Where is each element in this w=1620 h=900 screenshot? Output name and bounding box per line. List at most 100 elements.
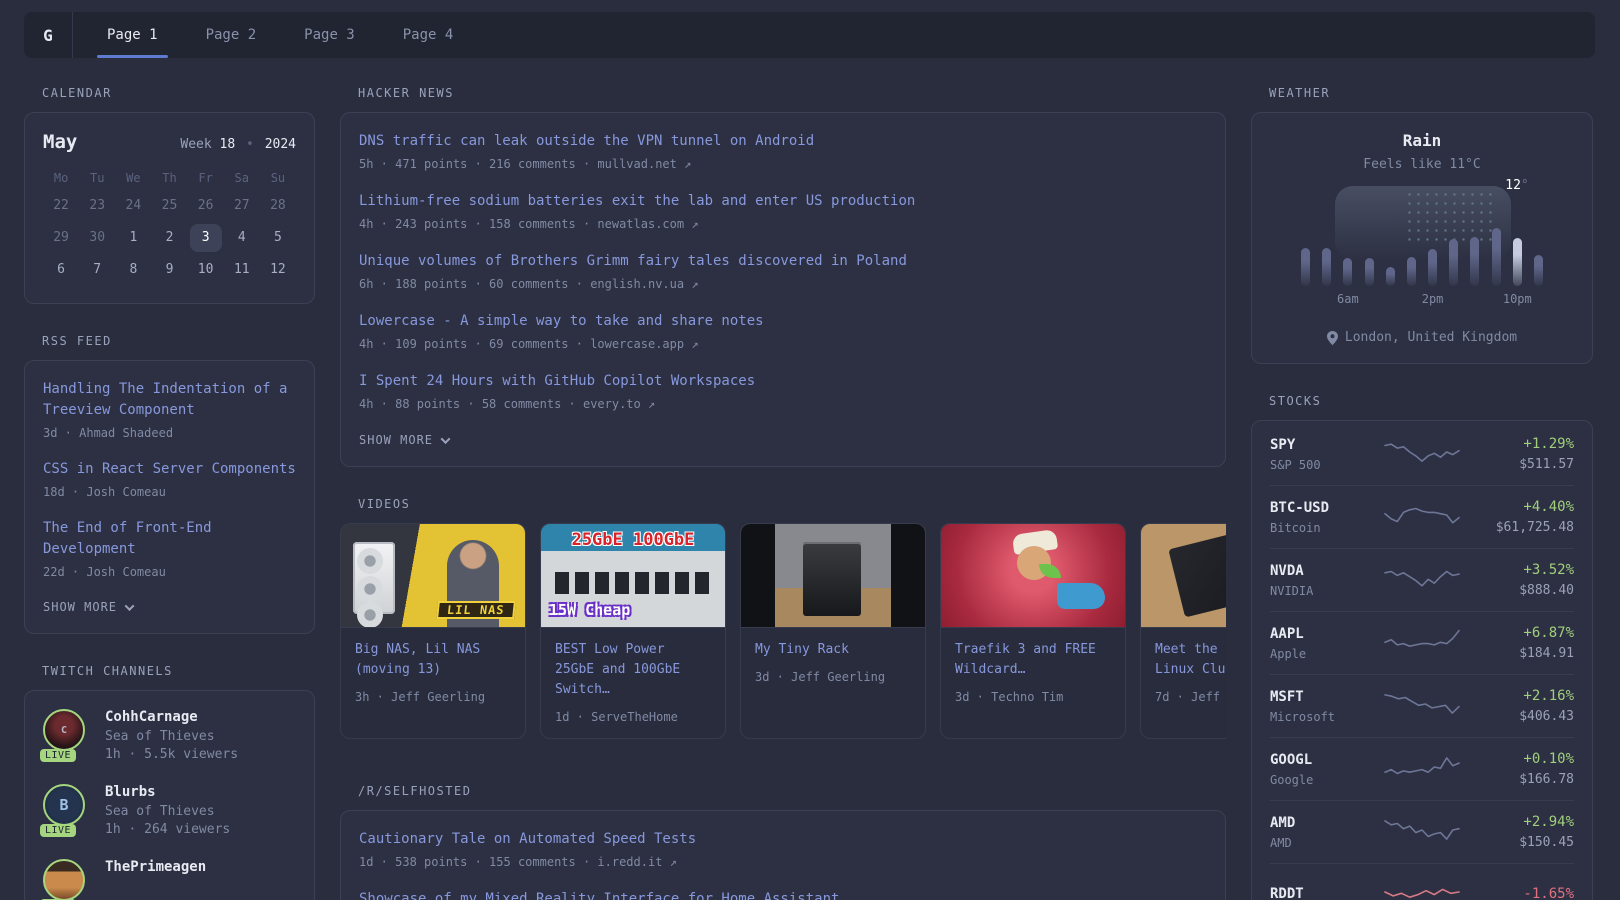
stock-sparkline [1383,437,1461,471]
video-card[interactable]: Traefik 3 and FREE Wildcard… 3d · Techno … [940,523,1126,740]
feed-item-meta: 5h · 471 points · 216 comments · mullvad… [359,157,692,171]
weather-current-temp: 12° [1505,178,1528,193]
twitch-avatar-wrap: LIVE [40,859,89,900]
stock-row[interactable]: NVDA NVIDIA +3.52% $888.40 [1270,549,1574,612]
weather-hour-label: 2pm [1421,292,1444,306]
stock-price: $166.78 [1519,772,1574,787]
tab-page-4[interactable]: Page 4 [379,12,478,58]
stock-row[interactable]: AMD AMD +2.94% $150.45 [1270,801,1574,864]
twitch-channel-row[interactable]: B LIVE Blurbs Sea of Thieves 1h · 264 viewer… [40,784,296,837]
list-item: Cautionary Tale on Automated Speed Tests… [359,829,1207,869]
degree-symbol: ° [1520,178,1529,193]
show-more-button[interactable]: SHOW MORE [43,600,135,614]
main-grid: CALENDAR May Week 18 • 2024 Mo Tu We Th Fr Sa… [24,86,1595,900]
video-thumbnail: LIL NAS [341,524,525,628]
tab-page-1[interactable]: Page 1 [83,12,182,58]
calendar-day: 28 [260,191,296,221]
list-item: Handling The Indentation of a Treeview C… [43,379,296,440]
twitch-channel-info: ThePrimeagen [105,859,206,900]
calendar-day-number: 2 [165,230,174,245]
calendar-day-number: 26 [197,198,214,213]
feed-item-meta: 22d · Josh Comeau [43,565,166,579]
list-item: Lowercase - A simple way to take and sha… [359,311,1207,351]
video-card[interactable]: My Tiny Rack 3d · Jeff Geerling [740,523,926,740]
calendar-day-number: 27 [233,198,250,213]
feed-item-title-link[interactable]: Showcase of my Mixed Reality Interface f… [359,889,1207,900]
stock-symbol: BTC-USD [1270,499,1330,516]
stock-change: +2.16% [1523,688,1574,704]
stock-change: +0.10% [1523,751,1574,767]
video-card[interactable]: LIL NAS Big NAS, Lil NAS (moving 13) 3h · … [340,523,526,740]
twitch-channel-meta: 1h · 5.5k viewers [105,747,239,762]
video-title-link[interactable]: Meet the Linux Clu [1155,642,1225,677]
video-card-body: My Tiny Rack 3d · Jeff Geerling [741,628,925,698]
videos-row: LIL NAS Big NAS, Lil NAS (moving 13) 3h · … [340,523,1226,740]
thumbnail-badge-text: LIL NAS [436,601,516,619]
calendar-header: May Week 18 • 2024 [43,131,296,153]
video-title-link[interactable]: Big NAS, Lil NAS (moving 13) [355,642,480,677]
stock-values: +6.87% $184.91 [1469,625,1574,661]
video-card[interactable]: FAS Meet the Linux Clu 7d · Jeff [1140,523,1226,740]
stock-sparkline [1383,500,1461,534]
feed-item-title-link[interactable]: Lowercase - A simple way to take and sha… [359,311,1207,332]
stocks-card: SPY S&P 500 +1.29% $511.57 BTC-USD Bitcoin +4.… [1251,420,1593,900]
dashboard-page: G Page 1 Page 2 Page 3 Page 4 CALENDAR May … [0,0,1620,900]
feed-item-title-link[interactable]: Handling The Indentation of a Treeview C… [43,379,296,421]
stock-row[interactable]: AAPL Apple +6.87% $184.91 [1270,612,1574,675]
stock-symbol: GOOGL [1270,751,1313,768]
stock-row[interactable]: GOOGL Google +0.10% $166.78 [1270,738,1574,801]
weather-bar [1491,228,1501,286]
weather-bar [1343,258,1353,286]
feed-item-title-link[interactable]: Cautionary Tale on Automated Speed Tests [359,829,1207,850]
twitch-channel-row[interactable]: C LIVE CohhCarnage Sea of Thieves 1h · 5.5k … [40,709,296,762]
feed-item-title-link[interactable]: I Spent 24 Hours with GitHub Copilot Wor… [359,371,1207,392]
twitch-avatar-wrap: B LIVE [40,784,89,837]
calendar-day-number: 30 [89,230,106,245]
tab-page-3[interactable]: Page 3 [280,12,379,58]
live-badge: LIVE [40,749,77,762]
list-item: Lithium-free sodium batteries exit the l… [359,191,1207,231]
calendar-day: 30 [79,223,115,253]
stock-row[interactable]: SPY S&P 500 +1.29% $511.57 [1270,423,1574,486]
feed-item-title-link[interactable]: The End of Front-End Development [43,518,296,560]
weather-hour-labels: 6am 2pm 10pm [1301,292,1543,308]
calendar-separator-dot: • [246,137,254,152]
calendar-day-header: We [126,171,141,185]
video-title-link[interactable]: My Tiny Rack [755,642,849,657]
weather-bar [1533,255,1543,286]
calendar-day-number: 1 [129,230,138,245]
videos-section: VIDEOS LIL NAS Big NAS, Lil NAS (moving 1… [340,497,1226,740]
twitch-channel-row[interactable]: LIVE ThePrimeagen [40,859,296,900]
calendar-day-number: 9 [165,262,174,277]
stock-row[interactable]: BTC-USD Bitcoin +4.40% $61,725.48 [1270,486,1574,549]
stock-name: Microsoft [1270,709,1336,724]
calendar-week-year: Week 18 • 2024 [180,137,296,152]
weather-bar [1301,248,1310,286]
stock-symbol: NVDA [1270,562,1304,579]
video-card[interactable]: 25GbE 100GbE 15W Cheap BEST Low Power 25Gb… [540,523,726,740]
stock-change: +1.29% [1523,436,1574,452]
stock-values: +2.94% $150.45 [1469,814,1574,850]
feed-item-title-link[interactable]: DNS traffic can leak outside the VPN tun… [359,131,1207,152]
video-title-link[interactable]: Traefik 3 and FREE Wildcard… [955,642,1096,677]
feed-item-title-link[interactable]: Lithium-free sodium batteries exit the l… [359,191,1207,212]
thumbnail-art [357,602,383,627]
show-more-button[interactable]: SHOW MORE [359,433,451,447]
right-column: WEATHER Rain Feels like 11°C 12° 6am 2pm 1… [1251,86,1593,900]
feed-item-title-link[interactable]: CSS in React Server Components [43,459,296,480]
video-title-link[interactable]: BEST Low Power 25GbE and 100GbE Switch… [555,642,680,697]
selfhosted-section-label: /R/SELFHOSTED [358,784,472,799]
map-pin-icon [1326,330,1338,345]
calendar-day: 25 [151,191,187,221]
stock-name: Bitcoin [1270,520,1321,535]
calendar-grid: Mo Tu We Th Fr Sa Su 22 23 24 25 26 27 28 29 30 1 2 3 4 5 6 7 8… [43,167,296,285]
video-thumbnail [741,524,925,628]
app-logo[interactable]: G [24,12,72,58]
tab-page-2[interactable]: Page 2 [182,12,281,58]
stock-row[interactable]: MSFT Microsoft +2.16% $406.43 [1270,675,1574,738]
stock-row[interactable]: RDDT -1.65% [1270,864,1574,900]
list-item: DNS traffic can leak outside the VPN tun… [359,131,1207,171]
stock-identity: MSFT Microsoft [1270,689,1375,724]
feed-item-title-link[interactable]: Unique volumes of Brothers Grimm fairy t… [359,251,1207,272]
thumbnail-art [1057,583,1105,609]
